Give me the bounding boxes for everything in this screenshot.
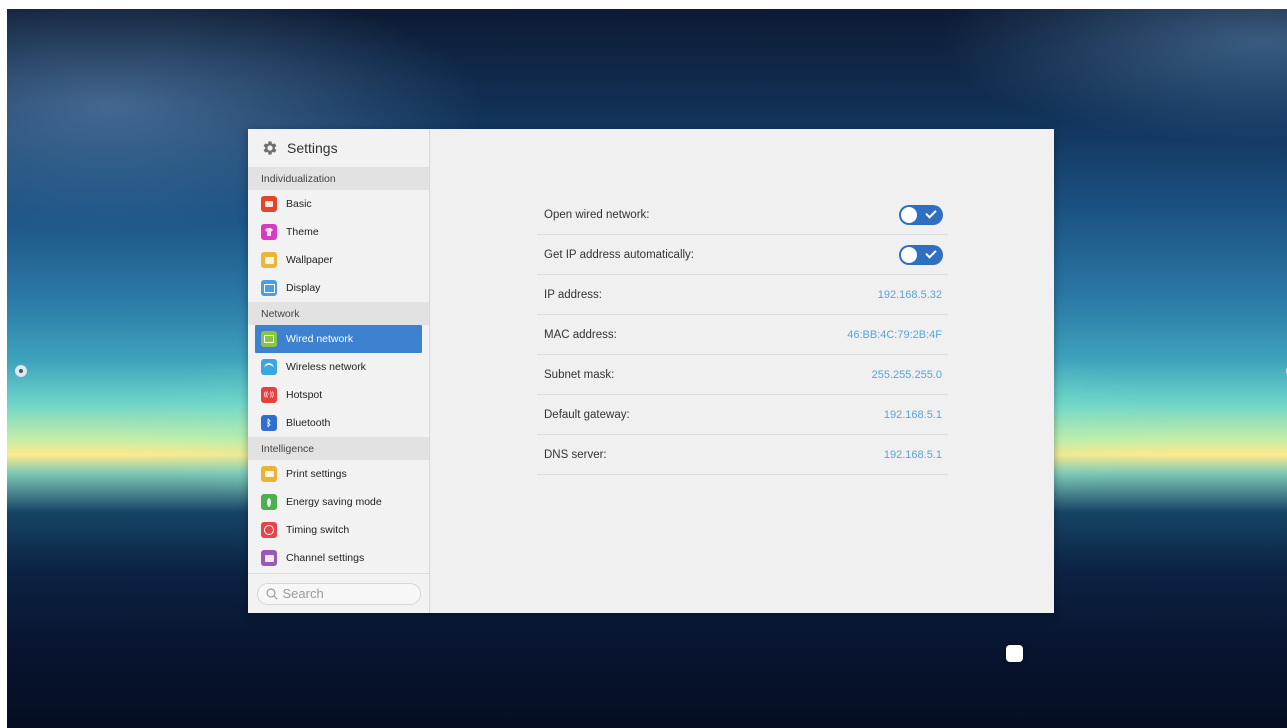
dns-server-value: 192.168.5.1 (883, 448, 942, 461)
leaf-icon (261, 494, 277, 510)
search-box[interactable] (256, 582, 421, 605)
sidebar-item-print-settings[interactable]: Print settings (248, 460, 429, 488)
sidebar-item-display[interactable]: Display (248, 274, 429, 302)
sidebar-item-label: Wired network (286, 333, 354, 345)
check-icon (925, 246, 937, 259)
get-ip-automatically-toggle[interactable] (899, 244, 943, 265)
left-edge-handle[interactable] (15, 365, 27, 377)
wifi-icon (261, 359, 277, 375)
sidebar-item-label: Display (286, 282, 321, 294)
default-gateway-value: 192.168.5.1 (883, 408, 942, 421)
sidebar-item-timing-switch[interactable]: Timing switch (248, 516, 429, 544)
group-header-individualization: Individualization (248, 167, 429, 190)
sidebar-item-theme[interactable]: Theme (248, 218, 429, 246)
sidebar-header: Settings (248, 129, 429, 167)
ip-address-value: 192.168.5.32 (877, 288, 942, 301)
wallpaper-icon (261, 252, 277, 268)
search-bar (248, 573, 429, 613)
open-wired-network-toggle[interactable] (899, 204, 943, 225)
group-header-intelligence: Intelligence (248, 437, 429, 460)
wired-network-settings-list: Open wired network: Get IP address autom… (537, 195, 948, 475)
settings-window: Settings Individualization Basic Theme W… (248, 129, 1054, 613)
bluetooth-icon: ᛒ (261, 415, 277, 431)
sidebar-item-hotspot[interactable]: ((·)) Hotspot (248, 381, 429, 409)
mac-address-label: MAC address: (544, 328, 617, 341)
subnet-mask-label: Subnet mask: (544, 368, 615, 381)
ip-address-row: IP address: 192.168.5.32 (537, 275, 948, 315)
sidebar-item-energy-saving-mode[interactable]: Energy saving mode (248, 488, 429, 516)
toggle-knob (901, 206, 917, 223)
channel-icon (261, 550, 277, 566)
get-ip-automatically-label: Get IP address automatically: (544, 248, 694, 261)
mac-address-value: 46:BB:4C:79:2B:4F (847, 328, 942, 341)
toggle-knob (901, 246, 917, 263)
sidebar-item-label: Timing switch (286, 524, 350, 536)
subnet-mask-row: Subnet mask: 255.255.255.0 (537, 355, 948, 395)
check-icon (925, 206, 937, 219)
sidebar-item-channel-settings[interactable]: Channel settings (248, 544, 429, 572)
settings-sidebar: Settings Individualization Basic Theme W… (248, 129, 430, 613)
sidebar-item-wired-network[interactable]: Wired network (255, 325, 422, 353)
theme-icon (261, 224, 277, 240)
sidebar-item-label: Theme (286, 226, 319, 238)
sidebar-item-label: Channel settings (286, 552, 365, 564)
search-input[interactable] (282, 586, 413, 601)
display-icon (261, 280, 277, 296)
sidebar-item-label: Wireless network (286, 361, 366, 373)
open-wired-network-row: Open wired network: (537, 195, 948, 235)
dns-server-label: DNS server: (544, 448, 607, 461)
dns-server-row: DNS server: 192.168.5.1 (537, 435, 948, 475)
wired-network-icon (261, 331, 277, 347)
mac-address-row: MAC address: 46:BB:4C:79:2B:4F (537, 315, 948, 355)
sidebar-item-basic[interactable]: Basic (248, 190, 429, 218)
subnet-mask-value: 255.255.255.0 (871, 368, 942, 381)
group-header-network: Network (248, 302, 429, 325)
wired-network-panel: Open wired network: Get IP address autom… (430, 129, 1054, 613)
default-gateway-row: Default gateway: 192.168.5.1 (537, 395, 948, 435)
search-icon (265, 587, 278, 600)
get-ip-automatically-row: Get IP address automatically: (537, 235, 948, 275)
open-wired-network-label: Open wired network: (544, 208, 650, 221)
sidebar-item-label: Basic (286, 198, 312, 210)
sidebar-item-bluetooth[interactable]: ᛒ Bluetooth (248, 409, 429, 437)
gear-icon (263, 141, 277, 155)
clock-icon (261, 522, 277, 538)
sidebar-item-label: Hotspot (286, 389, 323, 401)
sidebar-item-wireless-network[interactable]: Wireless network (248, 353, 429, 381)
sidebar-item-label: Print settings (286, 468, 347, 480)
sidebar-item-wallpaper[interactable]: Wallpaper (248, 246, 429, 274)
floating-home-button[interactable] (1006, 645, 1023, 662)
sidebar-item-label: Wallpaper (286, 254, 333, 266)
sidebar-item-label: Energy saving mode (286, 496, 382, 508)
ip-address-label: IP address: (544, 288, 602, 301)
print-icon (261, 466, 277, 482)
sidebar-item-label: Bluetooth (286, 417, 331, 429)
hotspot-icon: ((·)) (261, 387, 277, 403)
sidebar-title: Settings (287, 140, 338, 156)
default-gateway-label: Default gateway: (544, 408, 630, 421)
basic-icon (261, 196, 277, 212)
